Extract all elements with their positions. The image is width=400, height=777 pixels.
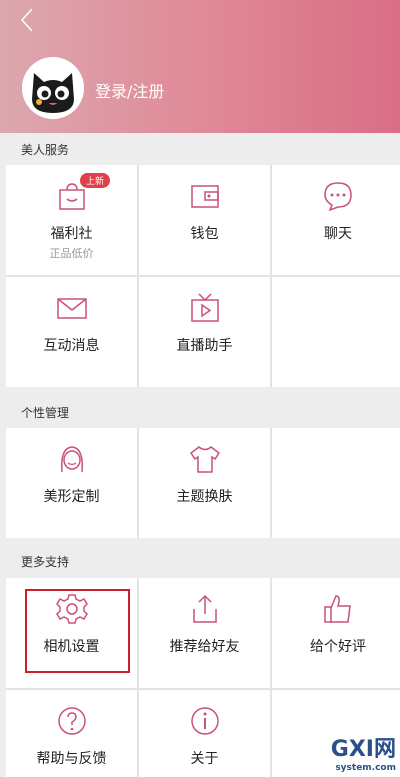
beauty-service-grid: 上新 福利社 正品低价 钱包 聊天 互动消息 直播助手 [6,165,400,387]
grid-item-theme[interactable]: 主题换肤 [139,428,270,538]
grid-item-recommend[interactable]: 推荐给好友 [139,578,270,688]
grid-item-interactive-messages[interactable]: 互动消息 [6,277,137,387]
tv-play-icon [190,293,219,322]
watermark-logo: GXI网 system.com [330,737,396,773]
personal-grid: 美形定制 主题换肤 [6,428,400,538]
grid-item-rate-us[interactable]: 给个好评 [272,578,400,688]
grid-item-about[interactable]: 关于 [139,690,270,777]
grid-item-label: 推荐给好友 [169,639,240,655]
grid-item-label: 福利社 [50,226,93,242]
thumbs-up-icon [324,595,351,623]
info-icon [190,707,219,735]
grid-item-label: 直播助手 [176,338,233,354]
grid-item-welfare[interactable]: 上新 福利社 正品低价 [6,165,137,275]
grid-item-label: 关于 [190,751,219,767]
grid-item-label: 美形定制 [43,489,100,505]
face-icon [60,446,83,473]
grid-item-empty [272,428,400,538]
section-title-personal: 个性管理 [21,406,70,420]
grid-item-label: 帮助与反馈 [36,751,107,767]
grid-item-live-assistant[interactable]: 直播助手 [139,277,270,387]
grid-item-beauty-custom[interactable]: 美形定制 [6,428,137,538]
grid-item-label: 互动消息 [43,338,100,354]
wallet-icon [190,185,219,208]
avatar[interactable] [22,57,84,119]
highlight-box [25,589,130,673]
chat-icon [324,182,352,212]
profile-header: 登录/注册 [0,0,400,133]
grid-item-label: 钱包 [190,226,219,242]
shirt-icon [189,446,220,473]
grid-item-label: 主题换肤 [176,489,233,505]
envelope-icon [56,298,87,319]
grid-item-wallet[interactable]: 钱包 [139,165,270,275]
grid-item-sublabel: 正品低价 [49,247,94,260]
grid-item-empty [272,277,400,387]
grid-item-label: 聊天 [324,226,352,242]
help-icon [57,707,86,735]
grid-item-label: 给个好评 [310,639,366,655]
section-title-beauty-service: 美人服务 [21,143,70,157]
new-badge: 上新 [80,173,111,188]
grid-item-help-feedback[interactable]: 帮助与反馈 [6,690,137,777]
grid-item-chat[interactable]: 聊天 [272,165,400,275]
share-icon [192,594,217,623]
login-register-link[interactable]: 登录/注册 [95,78,164,102]
back-arrow-icon[interactable] [16,6,40,34]
section-title-more: 更多支持 [21,555,70,569]
